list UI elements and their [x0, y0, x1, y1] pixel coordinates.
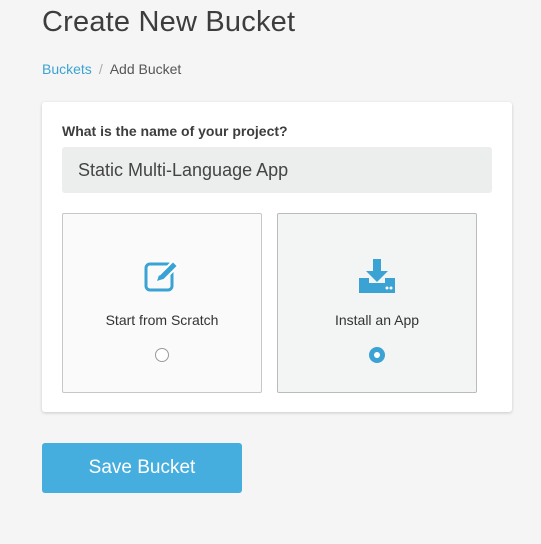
create-bucket-page: Create New Bucket Buckets / Add Bucket Wha…: [0, 0, 541, 544]
project-name-input[interactable]: [62, 147, 492, 193]
save-bucket-button[interactable]: Save Bucket: [42, 443, 242, 493]
radio-install-an-app[interactable]: [369, 347, 385, 363]
radio-start-from-scratch[interactable]: [155, 348, 169, 362]
bucket-form-card: What is the name of your project? Start …: [42, 102, 512, 412]
download-icon: [359, 259, 395, 293]
option-start-from-scratch[interactable]: Start from Scratch: [62, 213, 262, 393]
breadcrumb-current: Add Bucket: [109, 61, 182, 77]
option-label-start-from-scratch: Start from Scratch: [105, 312, 219, 328]
page-title: Create New Bucket: [42, 6, 296, 38]
breadcrumb: Buckets / Add Bucket: [42, 61, 181, 77]
option-label-install-an-app: Install an App: [334, 312, 420, 328]
breadcrumb-separator: /: [98, 61, 103, 77]
project-name-label: What is the name of your project?: [62, 123, 288, 139]
option-install-an-app[interactable]: Install an App: [277, 213, 477, 393]
breadcrumb-link-buckets[interactable]: Buckets: [42, 61, 92, 77]
edit-icon: [144, 260, 179, 292]
